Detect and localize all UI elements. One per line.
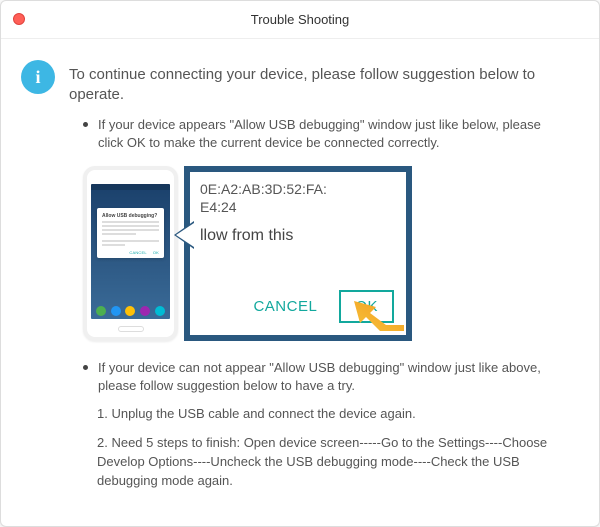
bullet-dot xyxy=(83,122,88,127)
close-window-button[interactable] xyxy=(13,13,25,25)
bullet-dot xyxy=(83,365,88,370)
dock-icon xyxy=(96,306,106,316)
phone-statusbar xyxy=(91,184,170,190)
step-1: 1. Unplug the USB cable and connect the … xyxy=(97,405,569,424)
dock-icon xyxy=(140,306,150,316)
dock-icon xyxy=(125,306,135,316)
bullet-item: If your device appears "Allow USB debugg… xyxy=(83,116,569,152)
illustration: Allow USB debugging? CANCEL OK xyxy=(83,166,569,341)
info-icon: i xyxy=(21,60,55,94)
step-2: 2. Need 5 steps to finish: Open device s… xyxy=(97,434,569,491)
zoom-allow-text: llow from this xyxy=(200,226,396,247)
lead-text: To continue connecting your device, plea… xyxy=(69,57,569,106)
window-title: Trouble Shooting xyxy=(251,12,350,27)
zoom-panel: 0E:A2:AB:3D:52:FA: E4:24 llow from this … xyxy=(184,166,412,341)
bullet-item: If your device can not appear "Allow USB… xyxy=(83,359,569,395)
content: i To continue connecting your device, pl… xyxy=(1,39,599,521)
phone-dock xyxy=(91,303,170,319)
titlebar: Trouble Shooting xyxy=(1,1,599,39)
arrow-icon xyxy=(346,295,406,335)
header-row: i To continue connecting your device, pl… xyxy=(21,57,569,106)
zoom-fingerprint-line1: 0E:A2:AB:3D:52:FA: xyxy=(200,180,396,198)
cancel-button[interactable]: CANCEL xyxy=(253,298,317,315)
zoom-fingerprint-line2: E4:24 xyxy=(200,198,396,216)
bullet-text-1: If your device appears "Allow USB debugg… xyxy=(98,116,569,152)
dock-icon xyxy=(155,306,165,316)
bullet-text-2: If your device can not appear "Allow USB… xyxy=(98,359,569,395)
bullet-list-2: If your device can not appear "Allow USB… xyxy=(83,359,569,395)
phone-dialog-cancel: CANCEL xyxy=(129,250,146,255)
info-icon-letter: i xyxy=(35,67,40,88)
phone-mock: Allow USB debugging? CANCEL OK xyxy=(83,166,178,341)
bullet-list: If your device appears "Allow USB debugg… xyxy=(83,116,569,152)
phone-dialog-actions: CANCEL OK xyxy=(102,250,159,255)
home-button xyxy=(118,326,144,332)
phone-dialog-title: Allow USB debugging? xyxy=(102,213,159,219)
steps: 1. Unplug the USB cable and connect the … xyxy=(97,405,569,490)
callout-pointer-inner xyxy=(176,223,194,247)
traffic-lights xyxy=(13,13,25,25)
window: Trouble Shooting i To continue connectin… xyxy=(0,0,600,527)
phone-screen: Allow USB debugging? CANCEL OK xyxy=(91,184,170,319)
phone-dialog-ok: OK xyxy=(153,250,159,255)
phone-dialog: Allow USB debugging? CANCEL OK xyxy=(97,208,164,258)
dock-icon xyxy=(111,306,121,316)
